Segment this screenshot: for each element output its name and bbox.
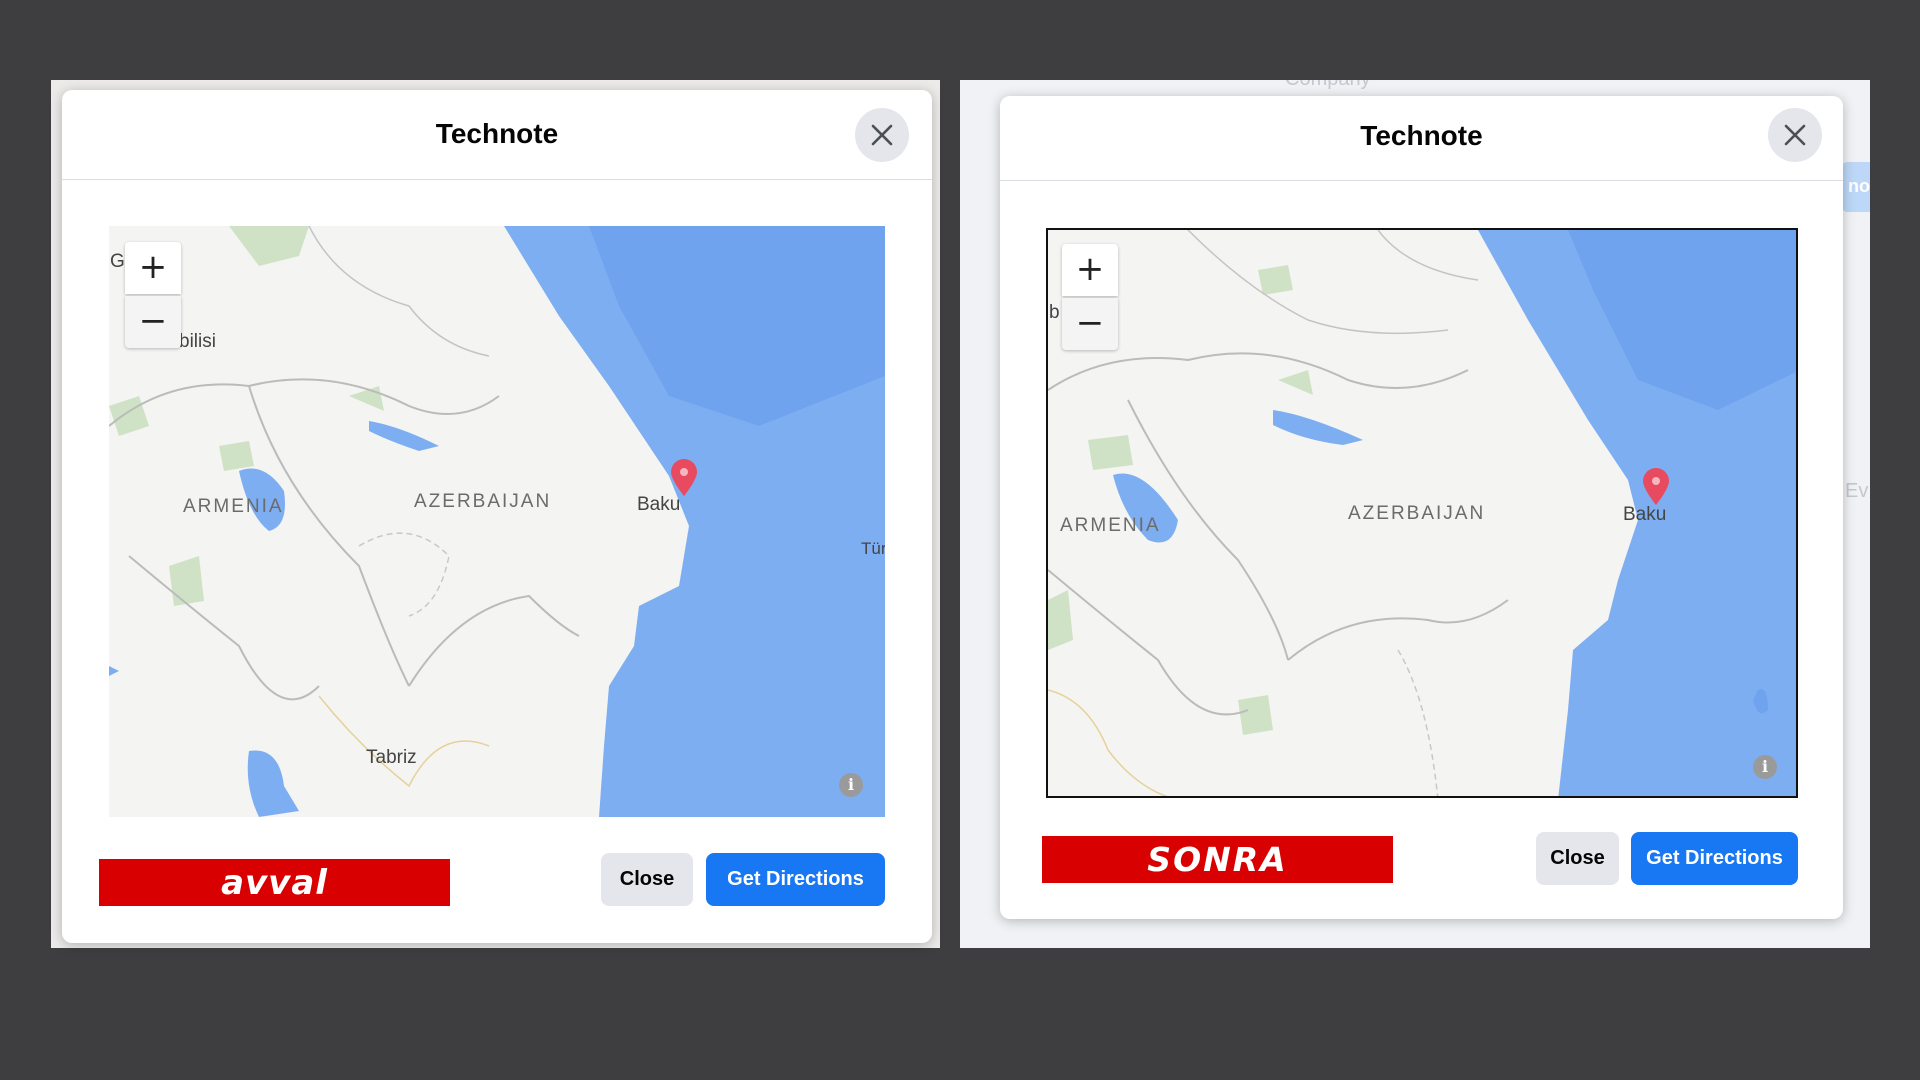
close-icon (1784, 124, 1806, 146)
info-icon[interactable]: i (839, 773, 863, 797)
background-ev-label: Ev (1845, 480, 1869, 502)
zoom-out-icon: − (138, 301, 168, 341)
close-icon (871, 124, 893, 146)
map-dialog-left: Technote Gl bilisi ARMENIA AZERBAIJAN Ba… (62, 90, 932, 943)
close-button[interactable]: Close (1536, 832, 1619, 885)
map-label-azerbaijan: AZERBAIJAN (1348, 503, 1486, 524)
get-directions-button[interactable]: Get Directions (1631, 832, 1798, 885)
zoom-controls: + − (125, 242, 181, 348)
zoom-in-icon: + (1075, 249, 1105, 289)
dialog-header: Technote (62, 90, 932, 180)
map-label-tabriz: Tabriz (366, 747, 417, 768)
map-label-azerbaijan: AZERBAIJAN (414, 491, 552, 512)
map-view[interactable]: Gl bilisi ARMENIA AZERBAIJAN Baku Tabriz… (109, 226, 885, 817)
map-tiles (109, 226, 885, 817)
map-view[interactable]: b ARMENIA AZERBAIJAN Baku + − i (1046, 228, 1798, 798)
map-label-baku: Baku (1623, 504, 1667, 525)
background-button: no (1840, 162, 1870, 212)
annotation-banner-before: avval (99, 859, 450, 906)
zoom-in-icon: + (138, 247, 168, 287)
map-pin-icon[interactable] (669, 458, 699, 498)
close-button[interactable]: Close (601, 853, 693, 906)
map-pin-icon[interactable] (1641, 467, 1671, 507)
map-label-tbilisi: bilisi (179, 331, 216, 352)
map-label-armenia: ARMENIA (1060, 515, 1161, 536)
background-company-label: Company (1285, 80, 1371, 91)
info-icon[interactable]: i (1753, 755, 1777, 779)
dialog-title: Technote (1360, 120, 1483, 151)
zoom-in-button[interactable]: + (1062, 244, 1118, 296)
zoom-out-button[interactable]: − (125, 296, 181, 348)
get-directions-button[interactable]: Get Directions (706, 853, 885, 906)
zoom-out-icon: − (1075, 303, 1105, 343)
zoom-in-button[interactable]: + (125, 242, 181, 294)
dialog-close-button[interactable] (1768, 108, 1822, 162)
dialog-close-button[interactable] (855, 108, 909, 162)
map-label-turk: Tür (861, 539, 885, 558)
map-label-cutoff: b (1049, 302, 1060, 323)
zoom-out-button[interactable]: − (1062, 298, 1118, 350)
map-dialog-right: Technote b ARMENIA AZERBAIJAN Baku + − i… (1000, 96, 1843, 919)
annotation-banner-after: SONRA (1042, 836, 1393, 883)
map-label-armenia: ARMENIA (183, 496, 284, 517)
dialog-title: Technote (435, 118, 559, 149)
dialog-header: Technote (1000, 96, 1843, 181)
zoom-controls: + − (1062, 244, 1118, 350)
